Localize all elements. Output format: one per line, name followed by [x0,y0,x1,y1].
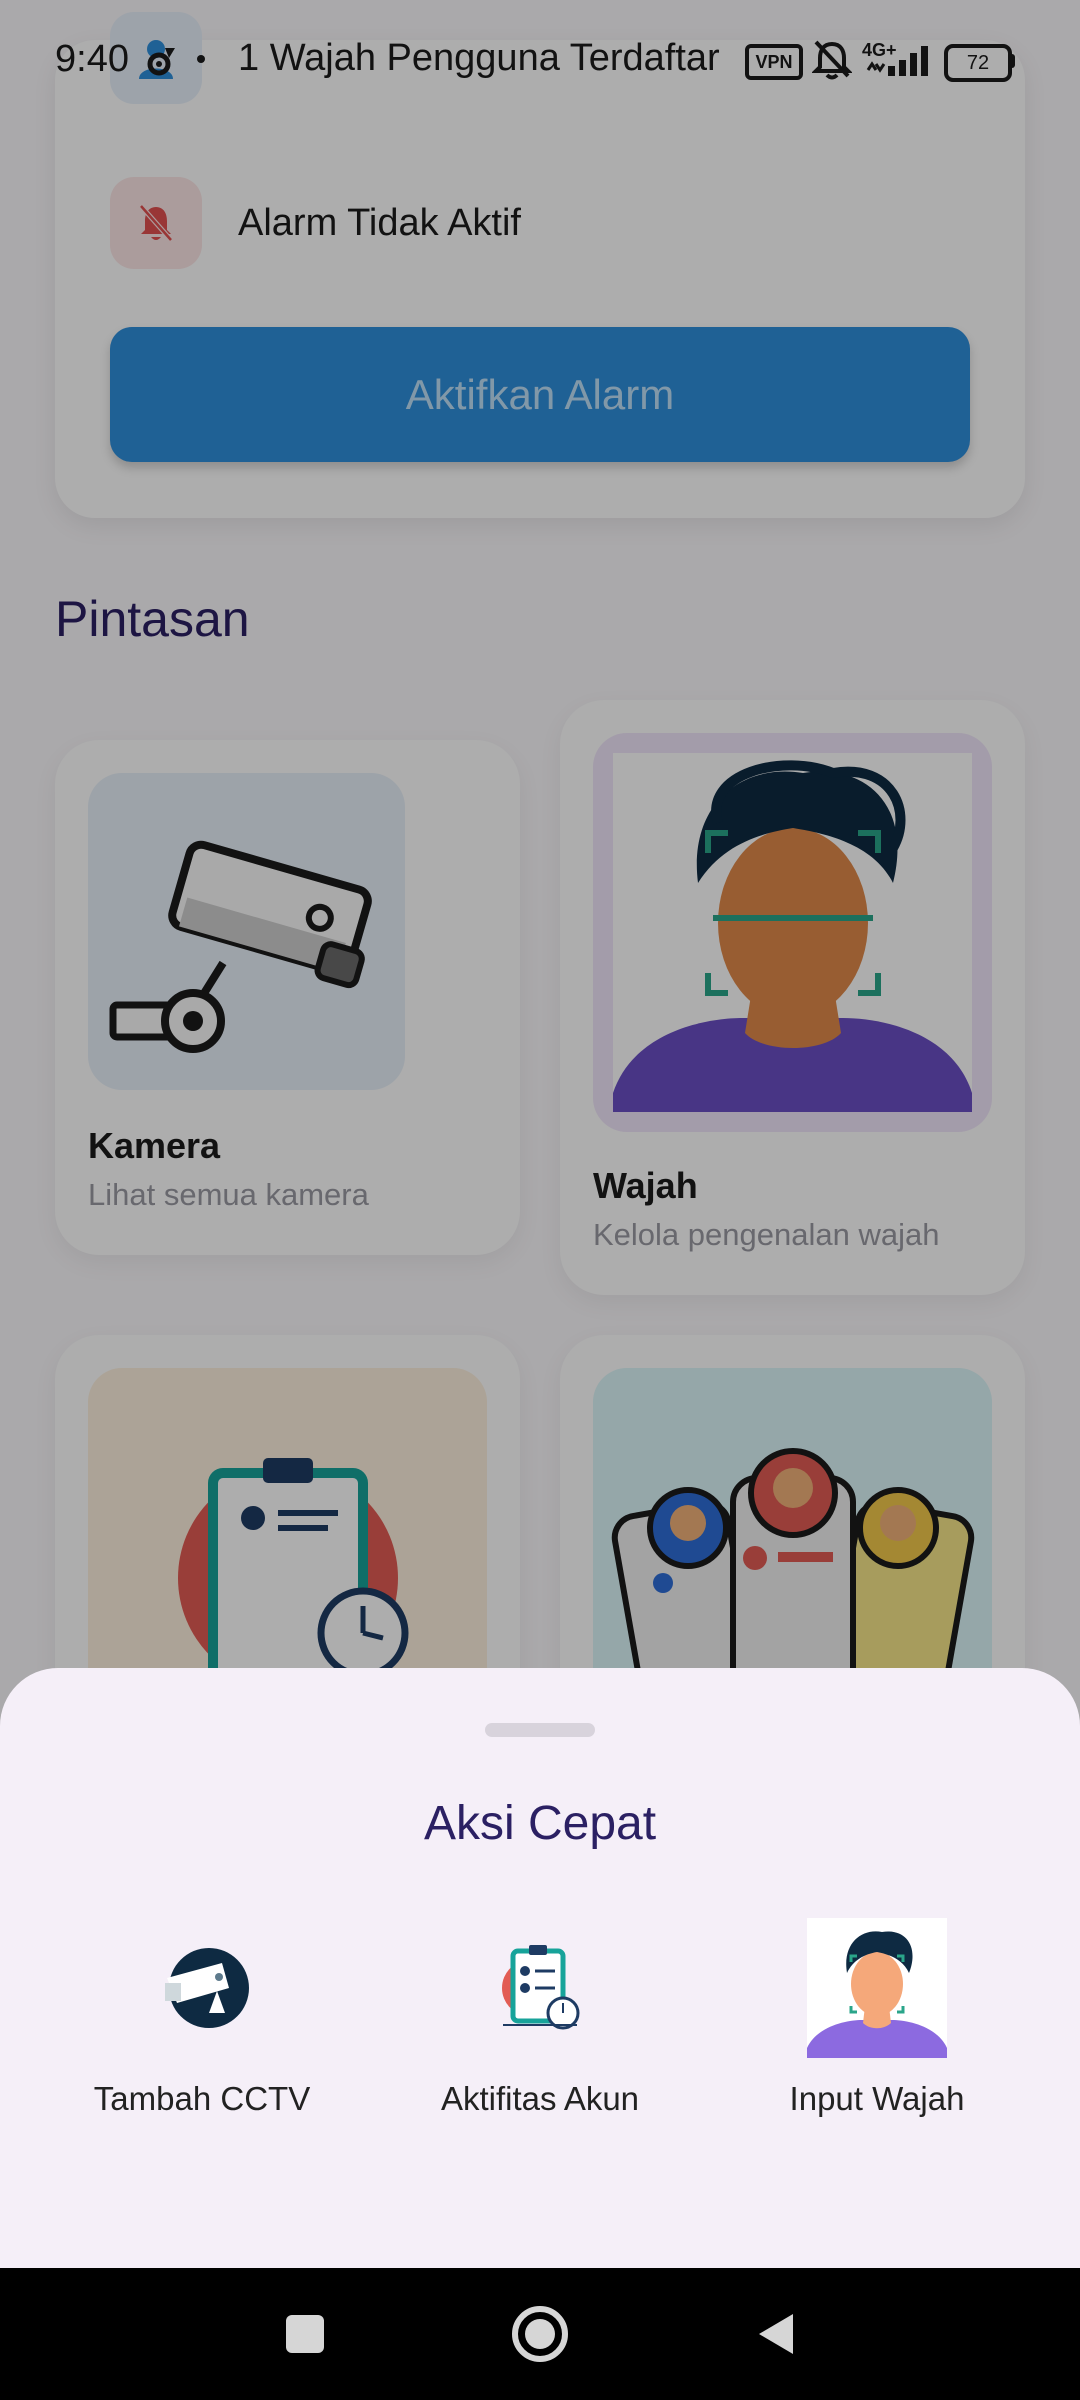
recents-icon[interactable] [250,2268,360,2400]
face-input-icon [807,1918,947,2058]
quick-action-label: Tambah CCTV [93,2080,311,2117]
activity-clipboard-icon [470,1918,610,2058]
quick-action-add-cctv[interactable]: Tambah CCTV [52,1918,352,2118]
quick-action-label: Aktifitas Akun [440,2080,640,2117]
cctv-icon [132,1918,272,2058]
quick-action-input-face[interactable]: Input Wajah [727,1918,1027,2118]
back-icon[interactable] [720,2268,830,2400]
quick-action-account-activity[interactable]: Aktifitas Akun [390,1918,690,2118]
system-nav-bar [0,2268,1080,2400]
quick-actions-sheet: Aksi Cepat Tambah CCTV Aktifitas Akun In… [0,1668,1080,2268]
app-screen: 9:40 VPN 4G+ 72 1 Wajah Pengguna Terdaft… [0,0,1080,2400]
sheet-title: Aksi Cepat [423,1797,657,1850]
drag-handle[interactable] [485,1723,595,1737]
home-icon[interactable] [485,2268,595,2400]
quick-action-label: Input Wajah [789,2080,965,2117]
